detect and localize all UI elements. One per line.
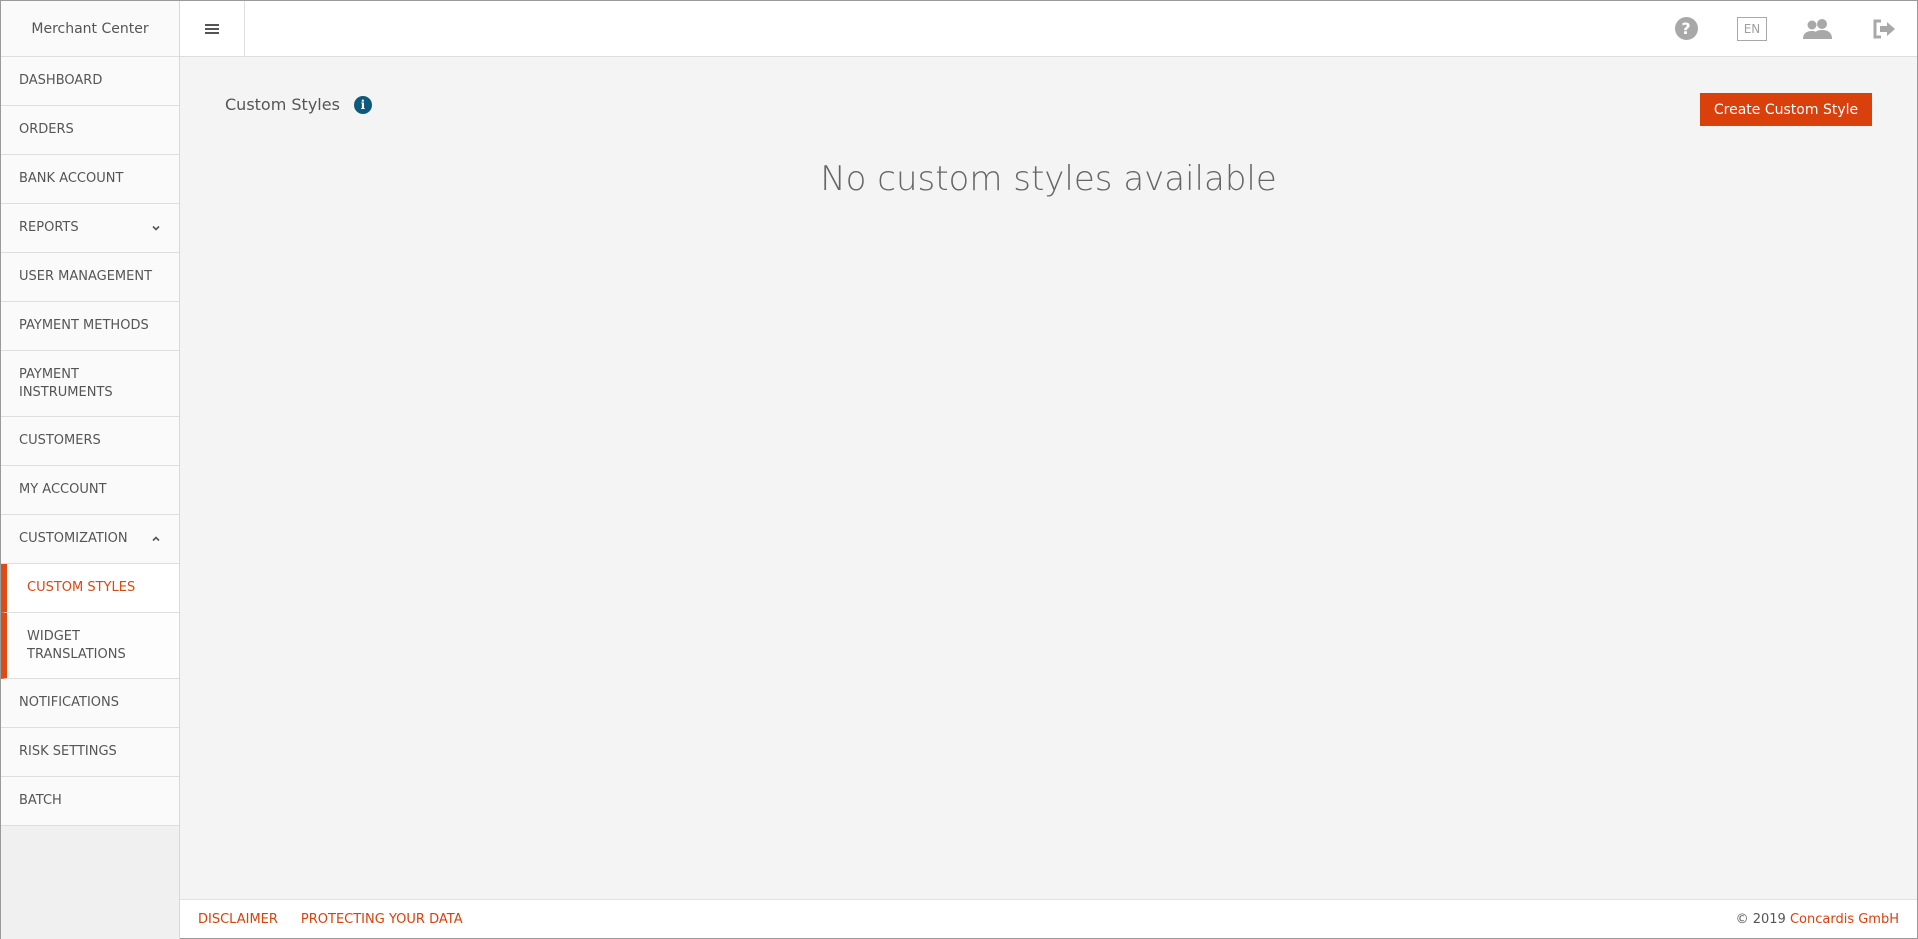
- sidebar-item-my-account[interactable]: MY ACCOUNT: [1, 466, 179, 515]
- sidebar-item-notifications[interactable]: NOTIFICATIONS: [1, 679, 179, 728]
- protecting-your-data-link[interactable]: PROTECTING YOUR DATA: [301, 912, 463, 927]
- help-icon[interactable]: ?: [1653, 1, 1719, 56]
- sidebar-subitem-widget-translations[interactable]: WIDGET TRANSLATIONS: [1, 613, 179, 679]
- sidebar-item-label: MY ACCOUNT: [19, 482, 107, 497]
- sidebar-item-label: RISK SETTINGS: [19, 744, 117, 759]
- sidebar-item-label: CUSTOMERS: [19, 433, 101, 448]
- create-custom-style-button[interactable]: Create Custom Style: [1700, 93, 1872, 126]
- sidebar-item-customers[interactable]: CUSTOMERS: [1, 417, 179, 466]
- sidebar-item-label: ORDERS: [19, 122, 74, 137]
- sidebar-item-label: WIDGET TRANSLATIONS: [27, 628, 126, 662]
- sidebar-nav: DASHBOARD ORDERS BANK ACCOUNT REPORTS US…: [1, 57, 179, 826]
- users-icon[interactable]: [1785, 1, 1851, 56]
- sidebar-item-label: BANK ACCOUNT: [19, 171, 124, 186]
- copyright-org-link[interactable]: Concardis GmbH: [1790, 912, 1899, 927]
- page-title: Custom Styles: [225, 95, 340, 114]
- page-title-row: Custom Styles i: [225, 95, 372, 114]
- sidebar-item-bank-account[interactable]: BANK ACCOUNT: [1, 155, 179, 204]
- sidebar-item-label: PAYMENT METHODS: [19, 318, 149, 333]
- sidebar-item-label: REPORTS: [19, 220, 79, 235]
- sidebar-item-batch[interactable]: BATCH: [1, 777, 179, 826]
- sidebar-item-payment-instruments[interactable]: PAYMENT INSTRUMENTS: [1, 351, 179, 417]
- empty-state-message: No custom styles available: [820, 159, 1277, 199]
- logout-icon[interactable]: [1851, 1, 1917, 56]
- sidebar-item-user-management[interactable]: USER MANAGEMENT: [1, 253, 179, 302]
- sidebar-item-label: NOTIFICATIONS: [19, 695, 119, 710]
- brand-title: Merchant Center: [1, 1, 179, 57]
- main-content: Custom Styles i Create Custom Style No c…: [180, 57, 1917, 899]
- sidebar-item-customization[interactable]: CUSTOMIZATION: [1, 515, 179, 564]
- hamburger-icon[interactable]: [180, 1, 245, 56]
- sidebar-item-label: CUSTOM STYLES: [27, 580, 136, 595]
- chevron-down-icon: [151, 223, 161, 233]
- sidebar-item-label: USER MANAGEMENT: [19, 269, 153, 284]
- sidebar-item-risk-settings[interactable]: RISK SETTINGS: [1, 728, 179, 777]
- language-selector[interactable]: EN: [1719, 1, 1785, 56]
- sidebar-subitem-custom-styles[interactable]: CUSTOM STYLES: [1, 564, 179, 613]
- question-mark-icon: ?: [1674, 17, 1698, 40]
- app-window: Merchant Center DASHBOARD ORDERS BANK AC…: [0, 0, 1918, 939]
- copyright: © 2019 Concardis GmbH: [1736, 912, 1899, 927]
- sidebar-item-dashboard[interactable]: DASHBOARD: [1, 57, 179, 106]
- info-icon[interactable]: i: [353, 95, 372, 114]
- sidebar-item-orders[interactable]: ORDERS: [1, 106, 179, 155]
- top-icons: ? EN: [1653, 1, 1917, 56]
- disclaimer-link[interactable]: DISCLAIMER: [198, 912, 278, 927]
- sidebar-item-label: BATCH: [19, 793, 62, 808]
- copyright-prefix: © 2019: [1735, 911, 1790, 927]
- language-label: EN: [1737, 16, 1767, 41]
- sidebar-item-reports[interactable]: REPORTS: [1, 204, 179, 253]
- top-bar: ? EN: [180, 1, 1917, 57]
- sidebar: Merchant Center DASHBOARD ORDERS BANK AC…: [1, 1, 180, 939]
- chevron-up-icon: [151, 534, 161, 544]
- sidebar-item-payment-methods[interactable]: PAYMENT METHODS: [1, 302, 179, 351]
- footer: DISCLAIMER PROTECTING YOUR DATA © 2019 C…: [180, 899, 1917, 938]
- sidebar-item-label: PAYMENT INSTRUMENTS: [19, 366, 113, 400]
- sidebar-item-label: DASHBOARD: [19, 73, 103, 88]
- sidebar-item-label: CUSTOMIZATION: [19, 531, 128, 546]
